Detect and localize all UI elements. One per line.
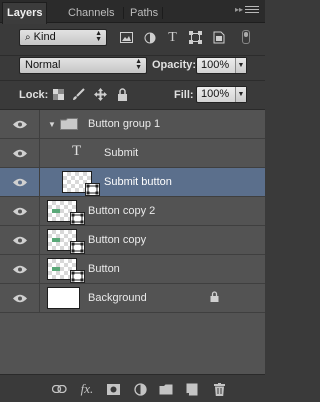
visibility-eye-icon[interactable] <box>0 255 40 283</box>
fill-field[interactable]: 100% ▼ <box>196 86 247 103</box>
layer-thumbnail <box>47 200 85 225</box>
delete-trash-icon[interactable] <box>211 381 227 397</box>
fill-value: 100% <box>201 88 230 100</box>
layer-row-submit-button[interactable]: Submit button <box>0 168 265 197</box>
tab-layers[interactable]: Layers <box>2 2 48 24</box>
layer-thumbnail <box>47 229 85 254</box>
layer-name: Submit <box>104 147 139 159</box>
new-group-folder-icon[interactable] <box>158 381 174 397</box>
opacity-field[interactable]: 100% ▼ <box>196 57 247 74</box>
lock-all-icon[interactable] <box>114 86 131 103</box>
filter-kind-label: Kind <box>33 31 56 43</box>
filter-toggle[interactable] <box>242 30 250 44</box>
layer-name: Button copy 2 <box>88 205 156 217</box>
visibility-eye-icon[interactable] <box>0 110 40 138</box>
link-layers-icon[interactable] <box>51 381 67 397</box>
smart-object-icon <box>70 270 85 283</box>
select-arrows-icon: ▲ ▼ <box>95 30 102 43</box>
layers-list: ▼ Button group 1 T Submit Submit button … <box>0 109 265 374</box>
select-arrows-icon: ▲ ▼ <box>135 58 142 71</box>
blend-row: Normal ▲ ▼ Opacity: 100% ▼ <box>0 55 265 80</box>
add-mask-icon[interactable] <box>105 381 121 397</box>
smart-object-icon <box>70 241 85 254</box>
tab-divider <box>123 7 124 19</box>
filter-type-icon[interactable]: T <box>164 29 181 46</box>
visibility-eye-icon[interactable] <box>0 226 40 254</box>
tab-divider <box>162 7 163 19</box>
layer-row-button-copy-2[interactable]: Button copy 2 <box>0 197 265 226</box>
opacity-label: Opacity: <box>152 59 197 71</box>
smart-object-icon <box>70 212 85 225</box>
lock-transparency-icon[interactable] <box>50 86 67 103</box>
tab-channels[interactable]: Channels <box>64 3 118 23</box>
layer-name: Background <box>88 292 147 304</box>
new-adjustment-layer-icon[interactable] <box>132 381 148 397</box>
visibility-eye-icon[interactable] <box>0 168 40 196</box>
layer-name: Button <box>88 263 120 275</box>
group-expand-triangle-icon[interactable]: ▼ <box>48 120 56 129</box>
collapse-arrows-icon[interactable]: ▸▸ <box>235 5 243 14</box>
panel-tab-bar: Layers Channels Paths ▸▸ <box>0 0 265 24</box>
panel-menu-icon[interactable] <box>245 6 259 16</box>
filter-shape-icon[interactable] <box>187 29 204 46</box>
text-layer-icon: T <box>72 143 82 159</box>
filter-smart-object-icon[interactable] <box>210 29 227 46</box>
lock-icon[interactable] <box>210 291 219 305</box>
layer-row-button-copy[interactable]: Button copy <box>0 226 265 255</box>
fill-label: Fill: <box>174 89 194 101</box>
lock-row: Lock: Fill: 100% ▼ <box>0 80 265 109</box>
layer-row-button-group-1[interactable]: ▼ Button group 1 <box>0 110 265 139</box>
layer-thumbnail <box>47 287 80 309</box>
smart-object-icon <box>85 183 100 196</box>
visibility-eye-icon[interactable] <box>0 284 40 312</box>
layer-name: Button group 1 <box>88 118 161 130</box>
visibility-eye-icon[interactable] <box>0 197 40 225</box>
new-layer-icon[interactable] <box>184 381 200 397</box>
filter-kind-select[interactable]: ⌕ Kind ▲ ▼ <box>19 29 107 46</box>
layer-style-fx-icon[interactable]: fx. <box>79 381 95 397</box>
folder-icon <box>60 118 78 133</box>
layer-name: Button copy <box>88 234 147 246</box>
layers-bottom-toolbar: fx. <box>0 374 265 402</box>
chevron-down-icon[interactable]: ▼ <box>235 58 246 73</box>
layer-row-submit-text[interactable]: T Submit <box>0 139 265 168</box>
lock-label: Lock: <box>19 89 49 101</box>
visibility-eye-icon[interactable] <box>0 139 40 167</box>
layer-row-background[interactable]: Background <box>0 284 265 313</box>
filter-row: ⌕ Kind ▲ ▼ T <box>0 23 265 55</box>
filter-pixel-icon[interactable] <box>118 29 135 46</box>
blend-mode-label: Normal <box>25 59 61 71</box>
opacity-value: 100% <box>201 59 230 71</box>
lock-position-move-icon[interactable] <box>92 86 109 103</box>
search-icon: ⌕ <box>25 32 31 43</box>
layer-name: Submit button <box>104 176 172 188</box>
layer-thumbnail <box>62 171 100 196</box>
lock-pixels-brush-icon[interactable] <box>70 86 87 103</box>
tab-paths[interactable]: Paths <box>126 3 162 23</box>
filter-adjustment-icon[interactable] <box>141 29 158 46</box>
layer-thumbnail <box>47 258 85 283</box>
blend-mode-select[interactable]: Normal ▲ ▼ <box>19 57 147 74</box>
layer-row-button[interactable]: Button <box>0 255 265 284</box>
chevron-down-icon[interactable]: ▼ <box>235 87 246 102</box>
